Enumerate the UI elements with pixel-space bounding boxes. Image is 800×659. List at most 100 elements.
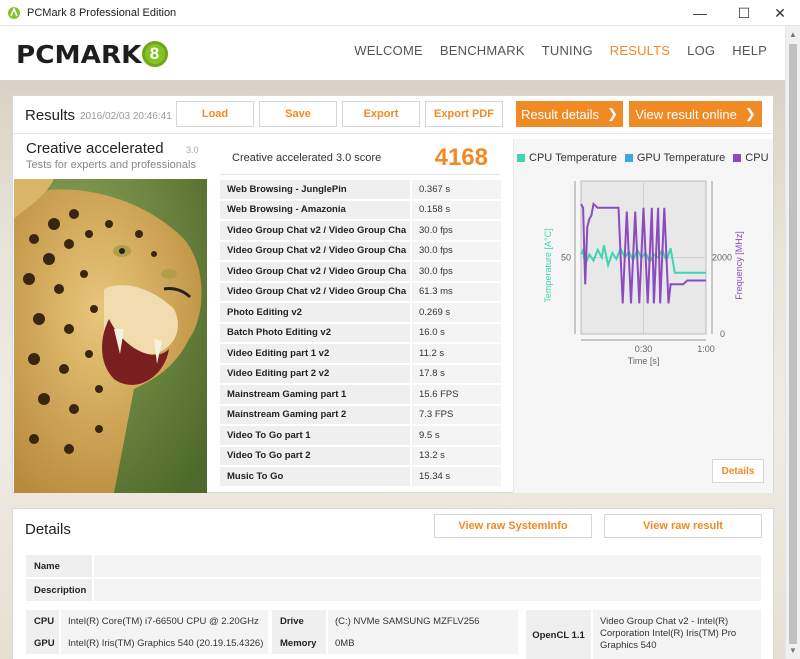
nav-help[interactable]: HELP — [732, 43, 767, 58]
view-raw-result-button[interactable]: View raw result — [604, 514, 762, 538]
name-value — [94, 555, 761, 577]
subtest-value: 30.0 fps — [412, 221, 501, 240]
legend-swatch — [517, 154, 525, 162]
x-tick-label: 0:30 — [635, 344, 653, 354]
subtest-name: Video Group Chat v2 / Video Group Cha — [220, 262, 410, 281]
subtest-name: Video Group Chat v2 / Video Group Cha — [220, 241, 410, 260]
view-result-online-button[interactable]: View result online ❯ — [629, 101, 762, 127]
legend-swatch — [733, 154, 742, 162]
maximize-icon: ☐ — [737, 4, 751, 21]
subtest-name: Batch Photo Editing v2 — [220, 323, 410, 342]
subtest-name: Video Group Chat v2 / Video Group Cha — [220, 282, 410, 301]
drive-label: Drive — [272, 610, 326, 632]
y-right-axis-label: Frequency [MHz] — [734, 231, 744, 300]
nav-benchmark[interactable]: BENCHMARK — [440, 43, 525, 58]
subtest-name: Video To Go part 1 — [220, 426, 410, 445]
subtest-row: Music To Go 15.34 s — [220, 467, 501, 488]
nav-log[interactable]: LOG — [687, 43, 715, 58]
leopard-illustration — [14, 179, 207, 493]
legend-label: CPU Temperature — [529, 152, 617, 164]
subtest-row: Mainstream Gaming part 1 15.6 FPS — [220, 385, 501, 406]
subtest-value: 7.3 FPS — [412, 405, 501, 424]
legend-cpu-temperature[interactable]: CPU Temperature — [517, 152, 617, 164]
subtest-value: 16.0 s — [412, 323, 501, 342]
legend-gpu-temperature[interactable]: GPU Temperature — [624, 152, 726, 164]
details-panel: Details View raw SystemInfo View raw res… — [12, 508, 774, 659]
subtest-row: Web Browsing - JunglePin 0.367 s — [220, 180, 501, 201]
description-row: Description — [26, 579, 761, 601]
subtest-name: Video Editing part 2 v2 — [220, 364, 410, 383]
subtest-value: 30.0 fps — [412, 241, 501, 260]
results-panel: Results 2016/02/03 20:46:41 Load Save Ex… — [12, 95, 774, 493]
chart-plot: 0:30 1:00 50 2000 0 Time [s] Temperature [A°C]… — [543, 180, 744, 366]
nav-results[interactable]: RESULTS — [610, 43, 670, 58]
export-button[interactable]: Export — [342, 101, 420, 127]
name-label: Name — [26, 555, 92, 577]
subtest-value: 11.2 s — [412, 344, 501, 363]
test-name: Creative accelerated — [26, 140, 164, 157]
subtest-name: Photo Editing v2 — [220, 303, 410, 322]
subtest-table: Web Browsing - JunglePin 0.367 s Web Brows… — [220, 180, 501, 488]
export-pdf-button[interactable]: Export PDF — [425, 101, 503, 127]
subtest-value: 13.2 s — [412, 446, 501, 465]
opencl-label: OpenCL 1.1 — [526, 610, 591, 659]
drive-row: Drive (C:) NVMe SAMSUNG MZFLV256 — [272, 610, 518, 632]
memory-label: Memory — [272, 632, 326, 654]
maximize-button[interactable]: ☐ — [724, 0, 764, 26]
minimize-icon: — — [693, 5, 707, 21]
close-button[interactable]: ✕ — [760, 0, 800, 26]
main-nav: WELCOME BENCHMARK TUNING RESULTS LOG HEL… — [337, 43, 767, 58]
monitoring-chart: CPU Temperature GPU Temperature CPU Clo … — [513, 139, 773, 493]
name-row: Name — [26, 555, 761, 577]
subtest-value: 9.5 s — [412, 426, 501, 445]
subtest-row: Video Group Chat v2 / Video Group Cha 61.… — [220, 282, 501, 303]
save-button[interactable]: Save — [259, 101, 337, 127]
view-raw-systeminfo-button[interactable]: View raw SystemInfo — [434, 514, 592, 538]
chevron-right-icon: ❯ — [744, 106, 756, 121]
score-value: 4168 — [434, 144, 488, 171]
legend-swatch — [624, 154, 633, 162]
scroll-up-icon[interactable]: ▲ — [789, 30, 797, 39]
subtest-value: 15.6 FPS — [412, 385, 501, 404]
nav-tuning[interactable]: TUNING — [542, 43, 593, 58]
description-value — [94, 579, 761, 601]
subtest-name: Video To Go part 2 — [220, 446, 410, 465]
legend-label: GPU Temperature — [636, 152, 726, 164]
y-left-axis-label: Temperature [A°C] — [543, 228, 553, 302]
chart-legend: CPU Temperature GPU Temperature CPU Clo — [517, 152, 769, 164]
subtest-row: Video To Go part 2 13.2 s — [220, 446, 501, 467]
gpu-value: Intel(R) Iris(TM) Graphics 540 (20.19.15… — [61, 632, 268, 654]
app-header: PCMARK 8 WELCOME BENCHMARK TUNING RESULT… — [0, 26, 785, 80]
subtest-value: 0.367 s — [412, 180, 501, 199]
subtest-row: Web Browsing - Amazonia 0.158 s — [220, 200, 501, 221]
result-details-button[interactable]: Result details ❯ — [516, 101, 623, 127]
results-title: Results — [25, 107, 76, 124]
subtest-value: 30.0 fps — [412, 262, 501, 281]
subtest-value: 17.8 s — [412, 364, 501, 383]
legend-cpu-clock[interactable]: CPU Clo — [733, 152, 769, 164]
view-online-label: View result online — [635, 106, 737, 122]
subtest-name: Mainstream Gaming part 2 — [220, 405, 410, 424]
subtest-value: 0.269 s — [412, 303, 501, 322]
subtest-row: Photo Editing v2 0.269 s — [220, 303, 501, 324]
test-description: Tests for experts and professionals — [26, 159, 196, 171]
details-button[interactable]: Details — [712, 459, 764, 483]
cpu-row: CPU Intel(R) Core(TM) i7-6650U CPU @ 2.2… — [26, 610, 268, 632]
title-bar: PCMark 8 Professional Edition — ☐ ✕ — [0, 0, 800, 26]
subtest-name: Video Editing part 1 v2 — [220, 344, 410, 363]
nav-welcome[interactable]: WELCOME — [354, 43, 423, 58]
description-label: Description — [26, 579, 92, 601]
gpu-row: GPU Intel(R) Iris(TM) Graphics 540 (20.1… — [26, 632, 268, 654]
subtest-row: Video Editing part 2 v2 17.8 s — [220, 364, 501, 385]
scroll-down-icon[interactable]: ▼ — [789, 646, 797, 655]
x-axis-label: Time [s] — [628, 356, 660, 366]
score-label: Creative accelerated 3.0 score — [232, 152, 382, 164]
cpu-value: Intel(R) Core(TM) i7-6650U CPU @ 2.20GHz — [61, 610, 268, 632]
subtest-name: Video Group Chat v2 / Video Group Cha — [220, 221, 410, 240]
scroll-thumb[interactable] — [789, 44, 797, 644]
load-button[interactable]: Load — [176, 101, 254, 127]
details-title: Details — [25, 521, 71, 538]
minimize-button[interactable]: — — [680, 0, 720, 26]
subtest-value: 15.34 s — [412, 467, 501, 486]
vertical-scrollbar[interactable]: ▲ ▼ — [785, 26, 800, 659]
